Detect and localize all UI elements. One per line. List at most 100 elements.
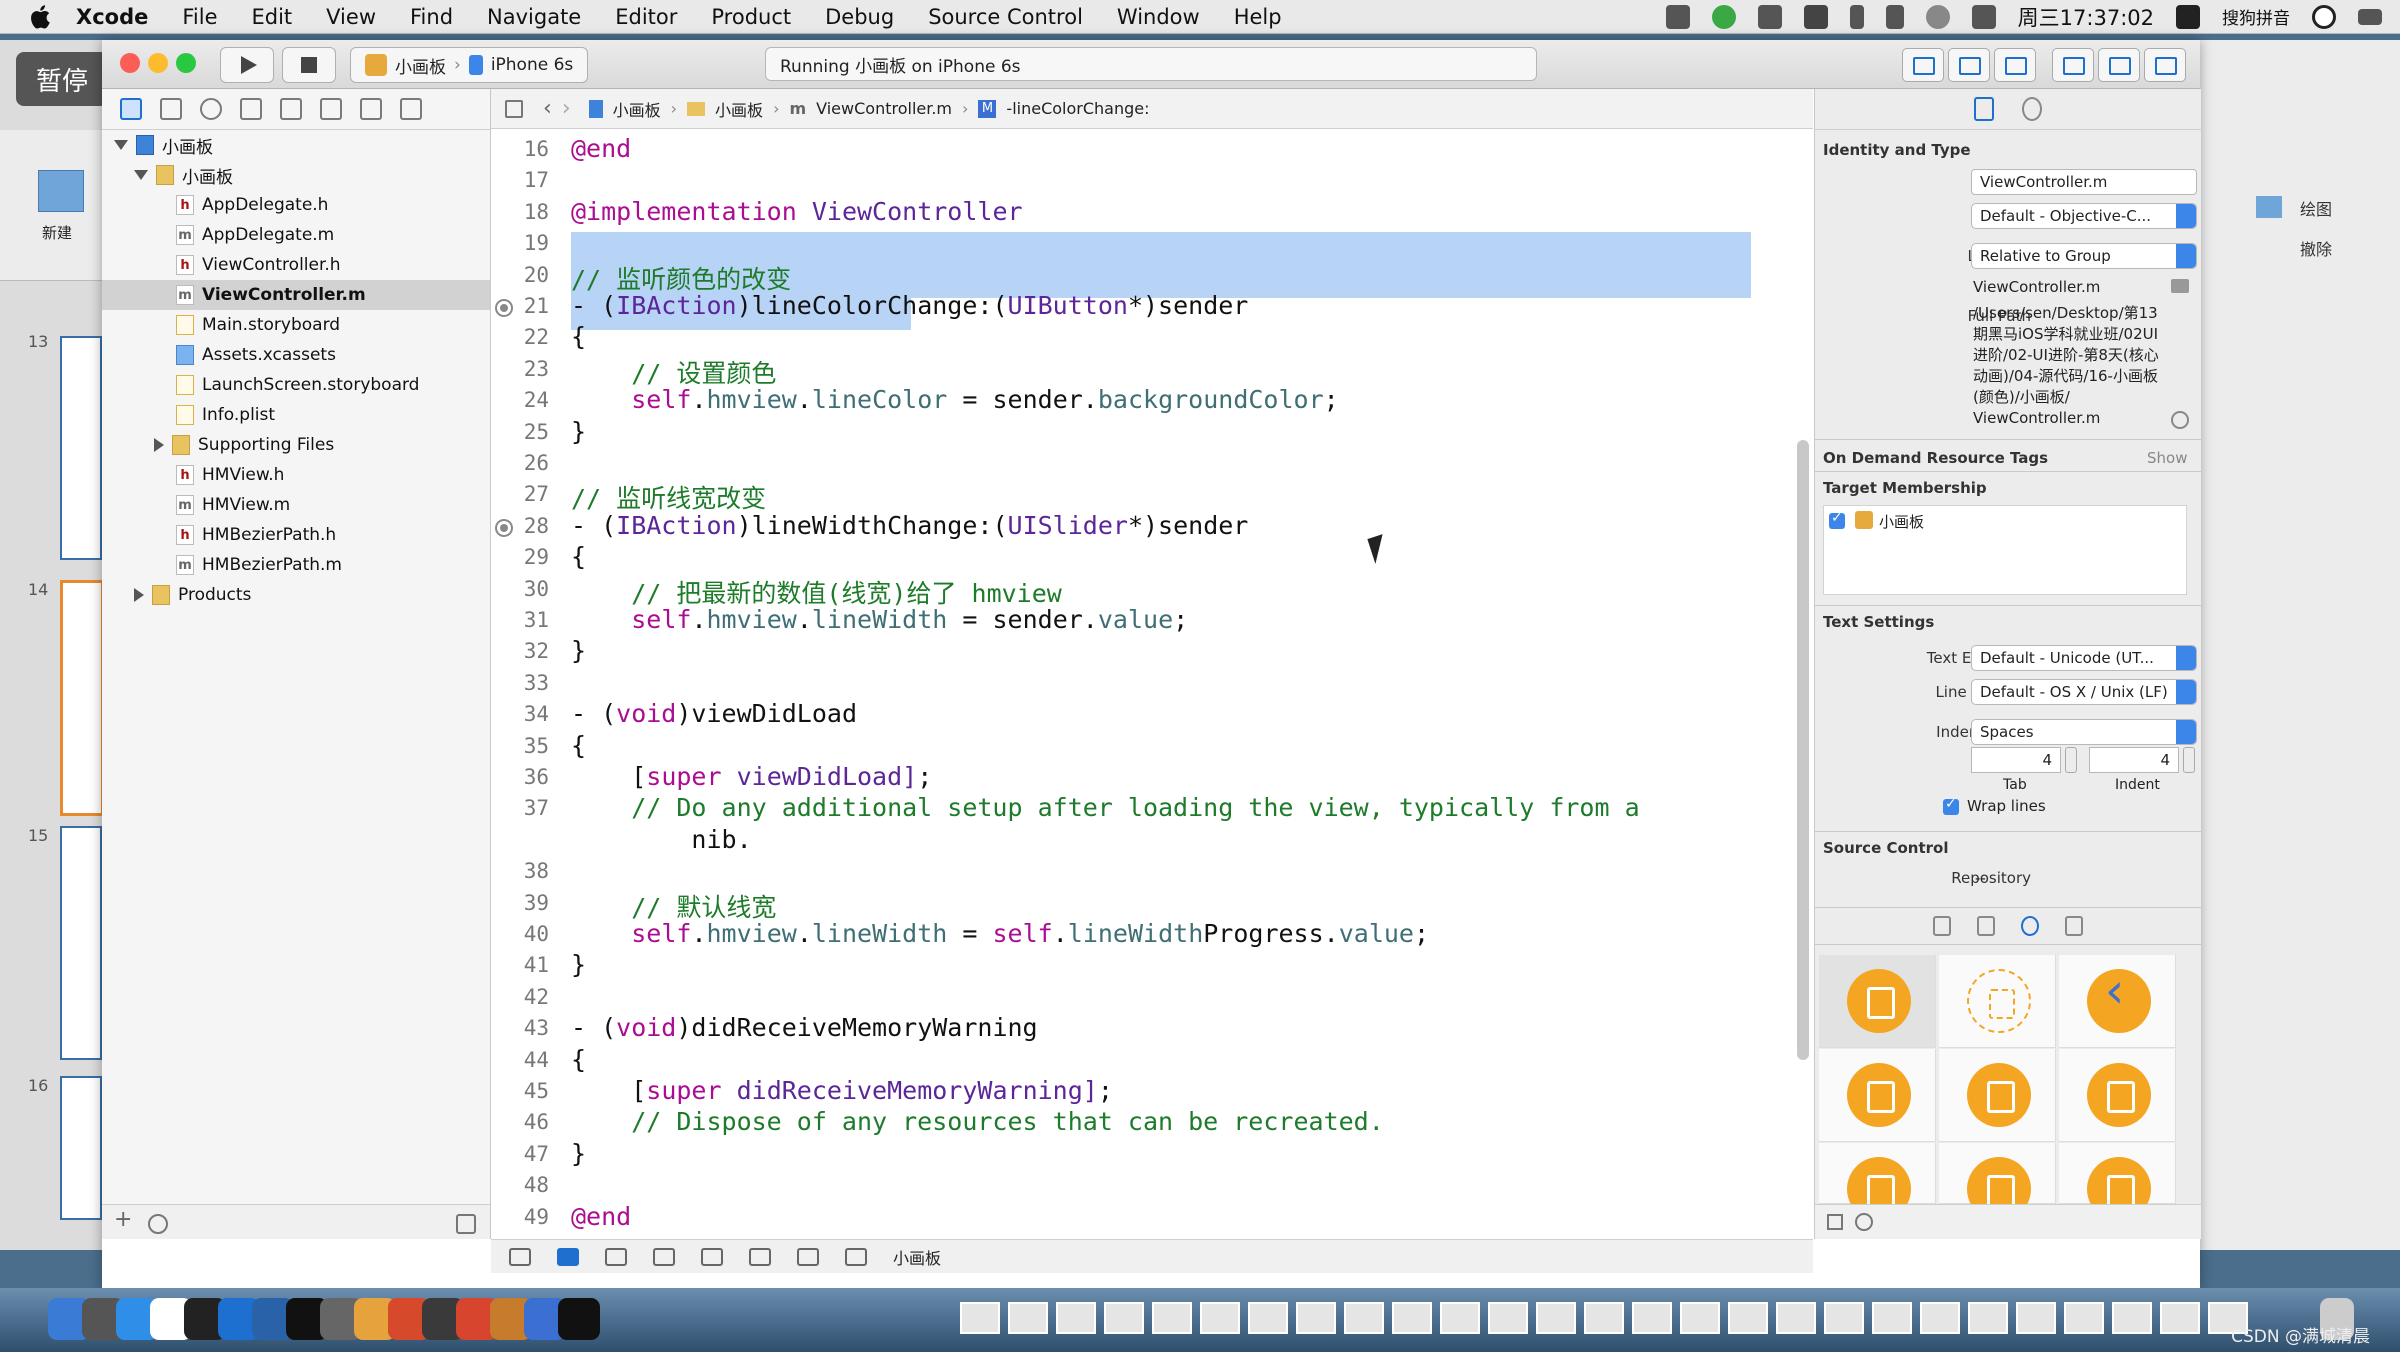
ibaction-connection-icon[interactable]: [495, 518, 513, 537]
code-line[interactable]: [super didReceiveMemoryWarning];: [571, 1076, 1113, 1105]
zoom-button[interactable]: [176, 53, 196, 73]
page-thumbnail[interactable]: [60, 826, 102, 1060]
dock-minimized-window[interactable]: [1008, 1302, 1048, 1334]
dock-minimized-window[interactable]: [1872, 1302, 1912, 1334]
test-icon[interactable]: [280, 98, 302, 120]
menu-navigate[interactable]: Navigate: [487, 5, 581, 29]
menu-editor[interactable]: Editor: [615, 5, 677, 29]
sogou-icon[interactable]: [2176, 4, 2200, 29]
ondemand-show-button[interactable]: Show: [2147, 449, 2187, 467]
dock-minimized-window[interactable]: [1968, 1302, 2008, 1334]
library-object[interactable]: [1939, 1143, 2056, 1221]
toggle-debug-button[interactable]: [2098, 48, 2140, 82]
grid-view-icon[interactable]: [1827, 1214, 1843, 1230]
step-over-icon[interactable]: [653, 1247, 675, 1266]
reveal-arrow-icon[interactable]: [2171, 411, 2189, 429]
dock-minimized-window[interactable]: [1536, 1302, 1576, 1334]
clock[interactable]: 周三17:37:02: [2018, 2, 2154, 32]
dock-app-icon[interactable]: [558, 1298, 600, 1340]
draw-label[interactable]: 绘图: [2300, 196, 2332, 220]
report-icon[interactable]: [400, 98, 422, 120]
code-line[interactable]: @implementation ViewController: [571, 197, 1023, 226]
toggle-navigator-button[interactable]: [2052, 48, 2094, 82]
code-line[interactable]: self.hmview.lineColor = sender.backgroun…: [571, 385, 1338, 414]
camera-icon[interactable]: [1757, 4, 1782, 29]
navigator-item[interactable]: Info.plist: [102, 400, 490, 430]
menu-source-control[interactable]: Source Control: [928, 5, 1083, 29]
library-object[interactable]: [1819, 1143, 1936, 1221]
code-line[interactable]: - (void)viewDidLoad: [571, 699, 857, 728]
spotlight-icon[interactable]: [2312, 4, 2336, 29]
source-control-icon[interactable]: [160, 98, 182, 120]
run-button[interactable]: [220, 47, 274, 83]
bluetooth-icon[interactable]: [1849, 4, 1864, 29]
type-select[interactable]: Default - Objective-C...: [1971, 203, 2197, 229]
hide-debug-area-icon[interactable]: [509, 1247, 531, 1266]
related-items-icon[interactable]: [505, 99, 523, 118]
navigator-item[interactable]: m HMView.m: [102, 490, 490, 520]
code-line[interactable]: // Dispose of any resources that can be …: [571, 1107, 1384, 1136]
airplane-icon[interactable]: [1803, 4, 1828, 29]
input-method[interactable]: 搜狗拼音: [2222, 4, 2290, 29]
disclosure-closed-icon[interactable]: [154, 438, 164, 452]
volume-icon[interactable]: [1971, 4, 1996, 29]
menu-view[interactable]: View: [326, 5, 376, 29]
menu-product[interactable]: Product: [711, 5, 791, 29]
pause-icon[interactable]: [605, 1247, 627, 1266]
dock-minimized-window[interactable]: [2112, 1302, 2152, 1334]
code-line[interactable]: }: [571, 950, 586, 979]
disclosure-open-icon[interactable]: [134, 170, 148, 180]
stop-button[interactable]: [282, 47, 336, 83]
step-into-icon[interactable]: [701, 1247, 723, 1266]
code-line[interactable]: }: [571, 636, 586, 665]
debug-icon[interactable]: [320, 98, 342, 120]
dock-minimized-window[interactable]: [960, 1302, 1000, 1334]
navigator-item[interactable]: Products: [102, 580, 490, 610]
code-line[interactable]: }: [571, 417, 586, 446]
navigator-item[interactable]: 小画板: [102, 130, 490, 160]
code-line[interactable]: - (IBAction)lineColorChange:(UIButton*)s…: [571, 291, 1248, 320]
wrap-lines-label[interactable]: Wrap lines: [1967, 797, 2046, 815]
wrap-lines-checkbox[interactable]: [1943, 796, 1959, 815]
navigator-item[interactable]: h HMBezierPath.h: [102, 520, 490, 550]
code-line[interactable]: - (IBAction)lineWidthChange:(UISlider*)s…: [571, 511, 1248, 540]
dock-minimized-window[interactable]: [2064, 1302, 2104, 1334]
file-template-icon[interactable]: [1933, 916, 1951, 936]
page-thumbnail[interactable]: [60, 1076, 102, 1220]
pause-badge[interactable]: 暂停: [16, 52, 108, 106]
code-line[interactable]: - (void)didReceiveMemoryWarning: [571, 1013, 1038, 1042]
page-thumbnail[interactable]: [60, 580, 104, 816]
breadcrumb-method[interactable]: -lineColorChange:: [1006, 99, 1149, 118]
add-icon[interactable]: +: [114, 1207, 132, 1232]
remove-label[interactable]: 撤除: [2300, 236, 2332, 260]
search-icon[interactable]: [200, 98, 222, 120]
notification-center-icon[interactable]: [2358, 8, 2382, 25]
breakpoint-icon[interactable]: [360, 98, 382, 120]
indent-stepper[interactable]: [2183, 747, 2195, 773]
library-object[interactable]: [1939, 955, 2056, 1048]
code-line[interactable]: @end: [571, 1202, 631, 1231]
line-endings-select[interactable]: Default - OS X / Unix (LF): [1971, 679, 2197, 705]
app-status-icon[interactable]: [1711, 4, 1736, 29]
source-editor[interactable]: @end @implementation ViewController// 监听颜…: [491, 130, 1813, 1238]
breadcrumb-file[interactable]: ViewController.m: [816, 99, 952, 118]
folder-icon[interactable]: [120, 98, 142, 120]
navigator-item[interactable]: m AppDelegate.m: [102, 220, 490, 250]
dock-minimized-window[interactable]: [1680, 1302, 1720, 1334]
indent-width-field[interactable]: 4: [2089, 747, 2179, 773]
filter-icon[interactable]: [1855, 1213, 1873, 1231]
close-button[interactable]: [120, 53, 140, 73]
warning-icon[interactable]: [240, 98, 262, 120]
disclosure-closed-icon[interactable]: [134, 588, 144, 602]
location-select[interactable]: Relative to Group: [1971, 243, 2197, 269]
library-object[interactable]: [1819, 1049, 1936, 1142]
dock-minimized-window[interactable]: [1056, 1302, 1096, 1334]
navigator-item[interactable]: Main.storyboard: [102, 310, 490, 340]
navigator-item[interactable]: h HMView.h: [102, 460, 490, 490]
menu-edit[interactable]: Edit: [251, 5, 292, 29]
dock-minimized-window[interactable]: [1344, 1302, 1384, 1334]
code-line[interactable]: @end: [571, 134, 631, 163]
code-line[interactable]: self.hmview.lineWidth = self.lineWidthPr…: [571, 919, 1429, 948]
forward-icon[interactable]: ›: [562, 96, 571, 121]
dock-minimized-window[interactable]: [1488, 1302, 1528, 1334]
